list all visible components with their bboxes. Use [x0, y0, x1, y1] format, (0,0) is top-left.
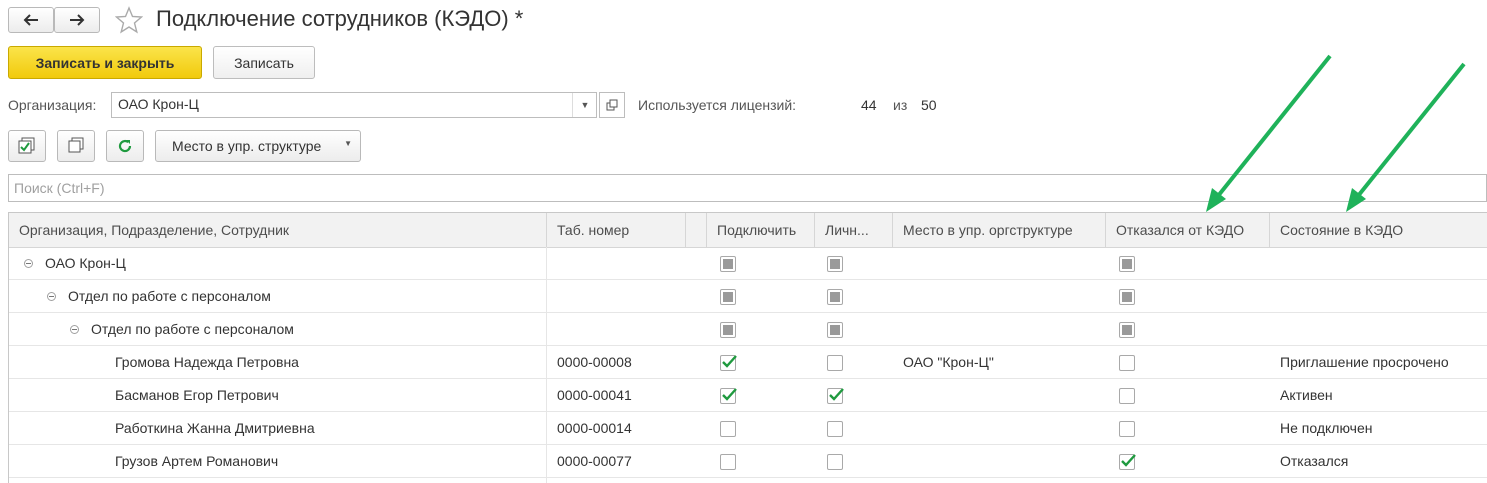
annotation-arrow-icon	[1346, 62, 1466, 212]
annotation-arrow-icon	[1206, 54, 1332, 212]
annotation-arrows	[1206, 54, 1466, 212]
